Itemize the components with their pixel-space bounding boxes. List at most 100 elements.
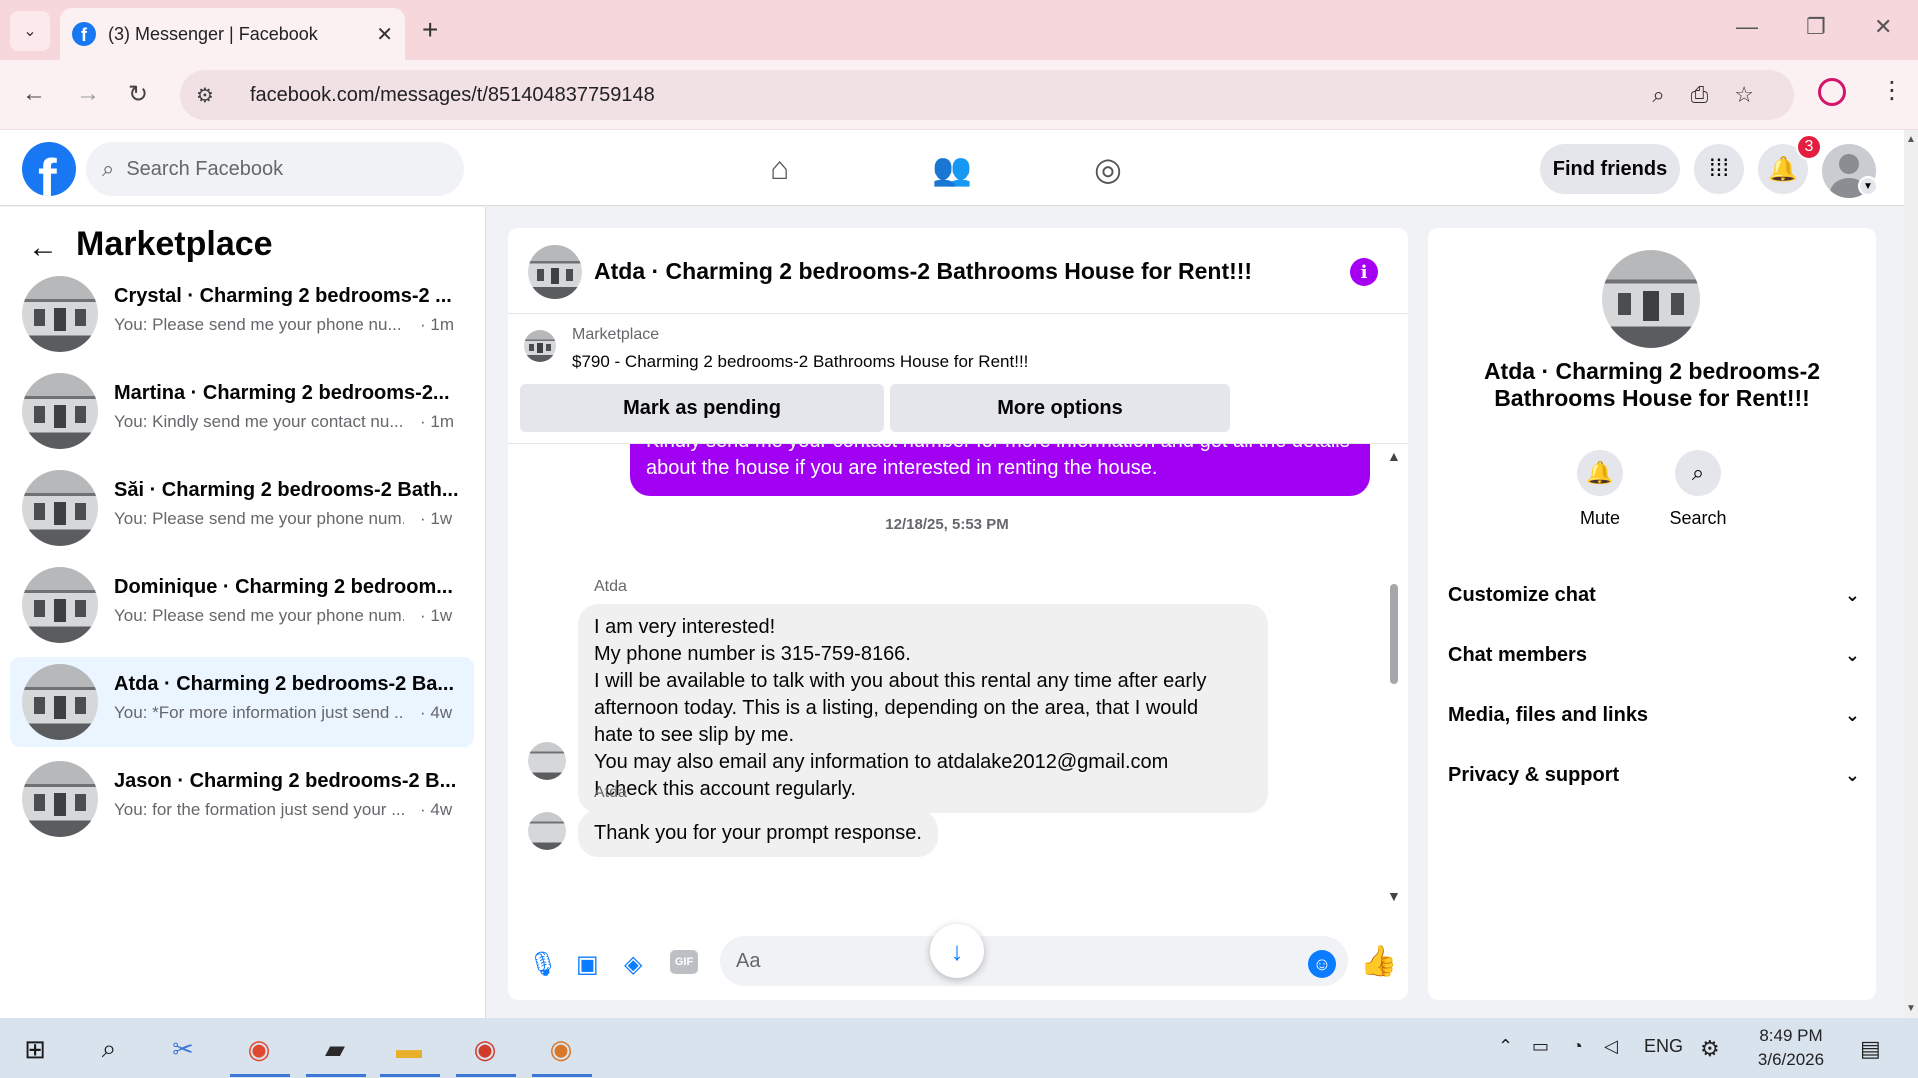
conversation-name: Săi · Charming 2 bedrooms-2 Bath... [114,479,458,501]
details-section-row[interactable]: Privacy & support ⌄ [1448,755,1860,795]
volume-icon[interactable]: ◁ [1604,1036,1618,1057]
chevron-down-icon: ⌄ [1844,764,1860,785]
conversation-item[interactable]: Crystal · Charming 2 bedrooms-2 ... You: … [10,269,474,359]
find-friends-button[interactable]: Find friends [1540,144,1680,194]
language-indicator[interactable]: ENG [1644,1036,1683,1057]
conversation-name: Crystal · Charming 2 bedrooms-2 ... [114,285,452,307]
chat-title[interactable]: Atda · Charming 2 bedrooms-2 Bathrooms H… [594,258,1252,285]
notification-center-icon[interactable]: ▤ [1860,1036,1881,1062]
close-tab-icon[interactable]: ✕ [376,22,393,47]
chrome-profile-icon[interactable]: ◉ [544,1032,578,1066]
conversation-item[interactable]: Jason · Charming 2 bedrooms-2 B... You: f… [10,754,474,844]
message-timestamp: 12/18/25, 5:53 PM [885,516,1009,533]
chevron-down-icon[interactable]: ▼ [1858,176,1878,196]
taskbar-clock[interactable]: 8:49 PM 3/6/2026 [1746,1024,1836,1072]
facebook-header: f ⌕ Search Facebook ⌂ 👥 ◎ Find friends ⁞… [0,130,1904,206]
browser-profile-icon[interactable] [1818,78,1846,106]
facebook-logo-icon[interactable]: f [22,142,76,196]
conversation-preview: You: Please send me your phone num... [114,509,404,528]
browser-tab[interactable]: f (3) Messenger | Facebook ✕ [60,8,405,60]
details-section-row[interactable]: Chat members ⌄ [1448,635,1860,675]
back-arrow-icon[interactable]: ← [28,231,58,265]
close-window-button[interactable]: ✕ [1874,14,1892,40]
details-title: Atda · Charming 2 bedrooms-2 Bathrooms H… [1483,358,1821,411]
message-input[interactable]: Aa [720,936,1348,986]
reload-icon[interactable]: ↻ [128,80,148,109]
facebook-search-input[interactable]: ⌕ Search Facebook [86,142,464,196]
sender-avatar[interactable] [528,742,566,780]
groups-icon[interactable]: ◎ [1094,150,1122,188]
details-section-row[interactable]: Media, files and links ⌄ [1448,695,1860,735]
sender-avatar[interactable] [528,812,566,850]
conversation-name: Atda · Charming 2 bedrooms-2 Ba... [114,673,455,695]
conversation-item[interactable]: Martina · Charming 2 bedrooms-2... You: K… [10,366,474,456]
microphone-icon[interactable]: 🎙 [528,950,558,979]
sender-name: Atda [594,784,627,801]
scroll-to-bottom-button[interactable]: ↓ [930,924,984,978]
sticker-icon[interactable]: ◈ [624,950,642,979]
chrome-profile-icon[interactable]: ◉ [468,1032,502,1066]
info-icon[interactable]: i [1350,258,1378,286]
search-in-chat-button[interactable]: ⌕ Search [1658,450,1738,529]
message-scrollbar[interactable]: ▲ ▼ [1386,444,1402,916]
active-app-indicator [456,1074,516,1077]
mark-as-pending-button[interactable]: Mark as pending [520,384,884,432]
message-list[interactable]: Kindly send me your contact number for m… [508,444,1408,916]
settings-gear-icon[interactable]: ⚙ [1700,1036,1720,1062]
file-explorer-icon[interactable]: ▬ [392,1032,426,1066]
message-line: You may also email any information to at… [594,751,1169,773]
back-arrow-icon[interactable]: ← [22,80,46,108]
photo-icon[interactable]: ▣ [576,950,599,979]
snipping-tool-icon[interactable]: ✂ [166,1032,200,1066]
new-tab-button[interactable]: + [422,14,438,46]
site-info-icon[interactable]: ⚙ [196,83,230,108]
browser-tab-bar: ⌄ f (3) Messenger | Facebook ✕ + — ❐ ✕ [0,0,1918,60]
battery-icon[interactable]: ▭ [1532,1036,1549,1057]
bookmark-star-icon[interactable]: ☆ [1734,82,1754,108]
sticky-notes-icon[interactable]: ▰ [318,1032,352,1066]
install-app-icon[interactable]: ⎙ [1691,82,1709,108]
mute-button[interactable]: 🔔 Mute [1560,450,1640,529]
listing-thumbnail[interactable] [524,330,556,362]
conversation-time: · 1w [420,509,453,528]
gif-icon[interactable]: GIF [670,950,698,974]
browser-menu-icon[interactable]: ⋮ [1880,76,1904,105]
windows-start-icon[interactable]: ⊞ [18,1032,52,1066]
minimize-button[interactable]: — [1736,14,1758,40]
chevron-down-icon: ⌄ [1844,704,1860,725]
menu-grid-icon[interactable]: ⁞⁞⁞ [1694,144,1744,194]
details-section-row[interactable]: Customize chat ⌄ [1448,575,1860,615]
home-icon[interactable]: ⌂ [770,150,789,187]
tab-search-menu-button[interactable]: ⌄ [10,11,50,51]
wifi-icon[interactable]: ◔ [1572,1036,1583,1057]
conversation-item[interactable]: Săi · Charming 2 bedrooms-2 Bath... You: … [10,463,474,553]
thumbs-up-icon[interactable]: 👍 [1360,944,1397,979]
conversation-item[interactable]: Atda · Charming 2 bedrooms-2 Ba... You: *… [10,657,474,747]
details-avatar[interactable] [1602,250,1700,348]
forward-arrow-icon[interactable]: → [76,80,100,108]
url-text[interactable]: facebook.com/messages/t/851404837759148 [250,84,655,107]
clock-date: 3/6/2026 [1757,1050,1825,1069]
more-options-button[interactable]: More options [890,384,1230,432]
conversation-time: · 1w [420,606,453,625]
emoji-icon[interactable]: ☺ [1308,950,1336,978]
page-scrollbar[interactable]: ▲ ▼ [1904,130,1918,1018]
tray-chevron-up-icon[interactable]: ⌃ [1498,1036,1513,1057]
zoom-icon[interactable]: ⌕ [1652,82,1664,108]
section-label: Media, files and links [1448,703,1649,726]
restore-button[interactable]: ❐ [1806,14,1826,40]
listing-description[interactable]: $790 - Charming 2 bedrooms-2 Bathrooms H… [572,352,1028,372]
conversation-item[interactable]: Dominique · Charming 2 bedroom... You: Pl… [10,560,474,650]
chat-avatar[interactable] [528,245,582,299]
active-app-indicator [230,1074,290,1077]
incoming-message: Thank you for your prompt response. [578,810,938,857]
url-bar[interactable]: ⚙ facebook.com/messages/t/85140483775914… [180,70,1794,120]
conversation-name: Martina · Charming 2 bedrooms-2... [114,382,450,404]
chrome-icon[interactable]: ◉ [242,1032,276,1066]
search-icon: ⌕ [1675,450,1721,496]
chevron-down-icon: ⌄ [1844,584,1860,605]
chat-header: Atda · Charming 2 bedrooms-2 Bathrooms H… [508,228,1408,314]
listing-source: Marketplace [572,326,660,343]
friends-icon[interactable]: 👥 [932,150,972,188]
search-icon[interactable]: ⌕ [92,1032,126,1066]
